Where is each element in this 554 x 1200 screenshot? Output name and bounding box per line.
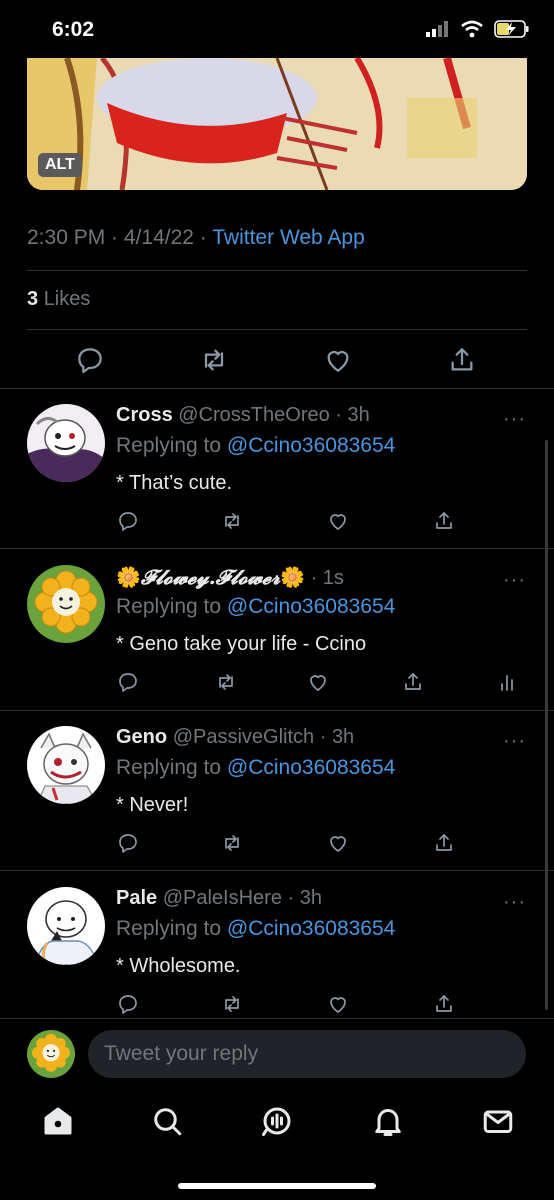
reply-time: 3h: [331, 726, 355, 748]
reply-text: * Geno take your life - Ccino: [116, 633, 367, 655]
avatar[interactable]: [27, 726, 105, 804]
tweet-media-image[interactable]: [27, 58, 527, 190]
avatar[interactable]: [27, 565, 105, 643]
likes-count[interactable]: 3 Likes: [27, 288, 90, 311]
battery-charging-icon: [494, 20, 529, 38]
reply-header: 🌼𝓕𝓵𝓸𝔀𝓮𝔂.𝓕𝓵𝓸𝔀𝓮𝓻🌼 · 1s: [116, 565, 344, 589]
tweet-reply-input[interactable]: Tweet your reply: [88, 1030, 526, 1078]
retweet-icon[interactable]: [220, 831, 244, 855]
divider: [27, 270, 527, 271]
retweet-icon[interactable]: [214, 670, 238, 694]
retweet-icon[interactable]: [198, 344, 230, 376]
like-heart-icon[interactable]: [306, 670, 330, 694]
reply-icon[interactable]: [74, 344, 106, 376]
sunflower-icon: 🌼: [116, 567, 141, 589]
reply-tweet[interactable]: Cross @CrossTheOreo · 3h Replying to @Cc…: [0, 388, 554, 548]
reply-icon[interactable]: [116, 670, 140, 694]
more-options-icon[interactable]: ···: [503, 569, 526, 592]
home-icon[interactable]: [40, 1103, 76, 1139]
replying-to-line: Replying to @Ccino36083654: [116, 434, 395, 458]
replying-to-line: Replying to @Ccino36083654: [116, 917, 395, 941]
avatar[interactable]: [27, 887, 105, 965]
more-options-icon[interactable]: ···: [503, 730, 526, 753]
home-indicator[interactable]: [178, 1183, 376, 1189]
reply-header: Pale @PaleIsHere · 3h: [116, 887, 322, 909]
status-time: 6:02: [52, 18, 95, 41]
like-heart-icon[interactable]: [326, 831, 350, 855]
share-icon[interactable]: [432, 831, 456, 855]
cellular-signal-icon: [426, 21, 448, 37]
divider: [27, 329, 527, 330]
mention-link[interactable]: @Ccino36083654: [227, 434, 395, 457]
status-icons: [426, 20, 530, 38]
more-options-icon[interactable]: ···: [503, 891, 526, 914]
tweet-source-link[interactable]: Twitter Web App: [212, 226, 365, 249]
share-icon[interactable]: [432, 992, 456, 1016]
alt-text-badge[interactable]: ALT: [38, 153, 82, 177]
like-heart-icon[interactable]: [322, 344, 354, 376]
reply-author-name[interactable]: 𝓕𝓵𝓸𝔀𝓮𝔂.𝓕𝓵𝓸𝔀𝓮𝓻: [141, 565, 280, 589]
replying-prefix: Replying to: [116, 756, 222, 779]
replying-to-line: Replying to @Ccino36083654: [116, 756, 395, 780]
reply-author-handle[interactable]: @PassiveGlitch: [173, 726, 314, 748]
reply-text: * Wholesome.: [116, 955, 241, 977]
replying-prefix: Replying to: [116, 434, 222, 457]
reply-icon[interactable]: [116, 509, 140, 533]
wifi-icon: [461, 20, 483, 38]
sunflower-icon: 🌼: [280, 567, 306, 589]
messages-envelope-icon[interactable]: [480, 1103, 516, 1139]
reply-icon[interactable]: [116, 831, 140, 855]
analytics-icon[interactable]: [495, 670, 519, 694]
likes-label: Likes: [43, 288, 91, 310]
reply-tweet[interactable]: Pale @PaleIsHere · 3h Replying to @Ccino…: [0, 871, 554, 1031]
reply-header: Cross @CrossTheOreo · 3h: [116, 404, 370, 426]
reply-author-name[interactable]: Geno: [116, 726, 167, 748]
share-icon[interactable]: [446, 344, 478, 376]
reply-time: 3h: [347, 404, 370, 426]
retweet-icon[interactable]: [220, 992, 244, 1016]
share-icon[interactable]: [432, 509, 456, 533]
more-options-icon[interactable]: ···: [503, 408, 526, 431]
reply-author-handle[interactable]: @CrossTheOreo: [178, 404, 329, 426]
reply-text: * Never!: [116, 794, 189, 816]
reply-time: 3h: [299, 887, 322, 909]
like-heart-icon[interactable]: [326, 992, 350, 1016]
likes-number: 3: [27, 288, 39, 310]
tweet-meta: 2:30 PM · 4/14/22 · Twitter Web App: [27, 226, 365, 249]
replying-to-line: Replying to @Ccino36083654: [116, 595, 395, 619]
avatar[interactable]: [27, 404, 105, 482]
reply-author-handle[interactable]: @PaleIsHere: [163, 887, 282, 909]
scrollbar[interactable]: [545, 440, 548, 1010]
spaces-icon[interactable]: [259, 1103, 295, 1139]
reply-header: Geno @PassiveGlitch · 3h: [116, 726, 355, 748]
share-icon[interactable]: [401, 670, 425, 694]
retweet-icon[interactable]: [220, 509, 244, 533]
reply-tweet[interactable]: Geno @PassiveGlitch · 3h Replying to @Cc…: [0, 710, 554, 870]
tweet-date: 4/14/22: [123, 226, 194, 249]
tweet-time: 2:30 PM: [27, 226, 106, 249]
mention-link[interactable]: @Ccino36083654: [227, 917, 395, 940]
reply-text: * That’s cute.: [116, 472, 232, 494]
reply-author-name[interactable]: Pale: [116, 887, 157, 909]
reply-icon[interactable]: [116, 992, 140, 1016]
mention-link[interactable]: @Ccino36083654: [227, 595, 395, 618]
replying-prefix: Replying to: [116, 595, 222, 618]
search-icon[interactable]: [149, 1103, 185, 1139]
reply-author-name[interactable]: Cross: [116, 404, 173, 426]
divider: [0, 1018, 554, 1019]
notifications-bell-icon[interactable]: [370, 1103, 406, 1139]
current-user-avatar: [27, 1030, 75, 1078]
replying-prefix: Replying to: [116, 917, 222, 940]
reply-time: 1s: [322, 567, 344, 589]
like-heart-icon[interactable]: [326, 509, 350, 533]
reply-tweet[interactable]: 🌼𝓕𝓵𝓸𝔀𝓮𝔂.𝓕𝓵𝓸𝔀𝓮𝓻🌼 · 1s Replying to @Ccino3…: [0, 549, 554, 709]
mention-link[interactable]: @Ccino36083654: [227, 756, 395, 779]
